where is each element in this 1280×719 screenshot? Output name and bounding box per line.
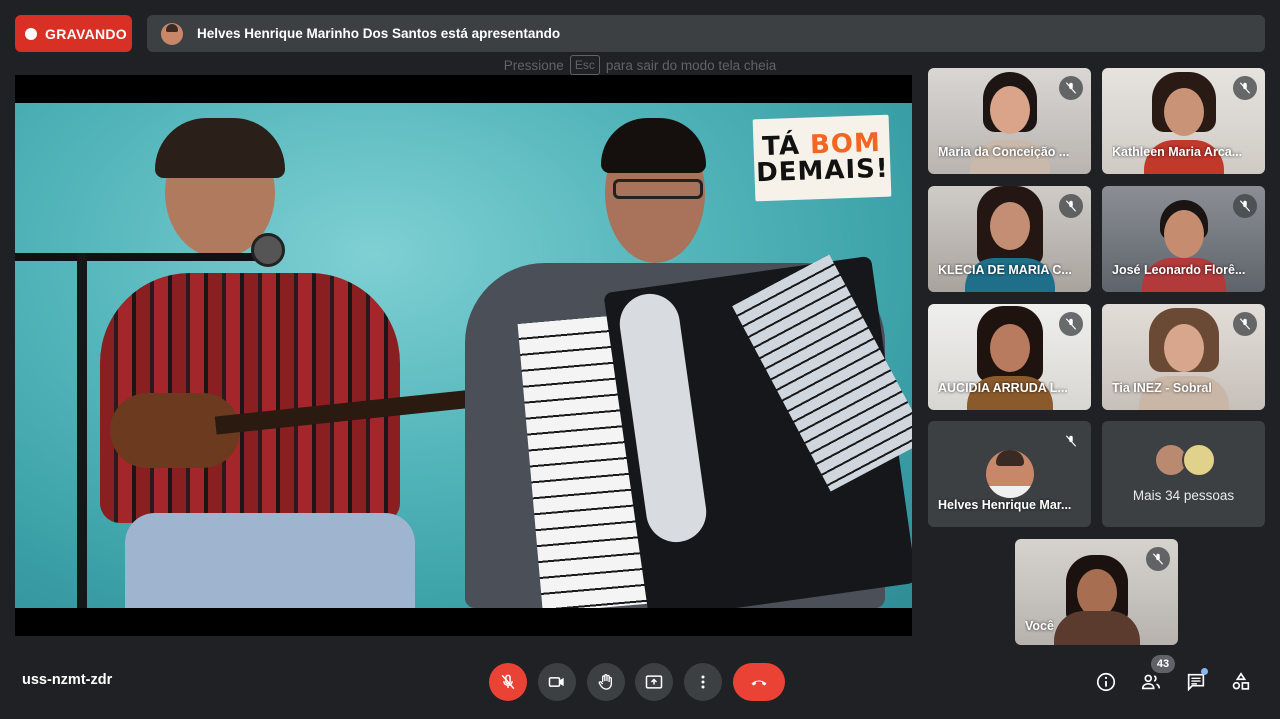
esc-key: Esc [569,55,600,75]
participant-name: Maria da Conceição ... [938,145,1070,159]
mic-off-icon [1059,429,1083,453]
camera-toggle-button[interactable] [538,663,576,701]
guitarist-hair [155,118,285,178]
participant-name: Helves Henrique Mar... [938,498,1072,512]
participant-name: Kathleen Maria Arca... [1112,145,1243,159]
present-icon [645,675,663,689]
ta-bom-demais-logo: TÁ BOM DEMAIS! [752,114,892,202]
hint-prefix: Pressione [503,57,564,73]
participant-tile[interactable]: KLECIA DE MARIA C... [928,186,1091,292]
camera-icon [548,677,564,687]
more-options-button[interactable] [684,663,722,701]
activities-icon [1232,672,1250,690]
meeting-code: uss-nzmt-zdr [22,672,113,688]
logo-word-demais: DEMAIS! [755,153,890,189]
mic-off-icon [1233,194,1257,218]
mic-off-icon [1059,194,1083,218]
accordionist-hair [601,118,706,173]
participant-tile[interactable]: Maria da Conceição ... [928,68,1091,174]
mic-off-icon [1059,312,1083,336]
mic-stand [77,253,87,608]
mic-off-icon [1059,76,1083,100]
leave-call-button[interactable] [733,663,785,701]
participant-name: José Leonardo Florê... [1112,263,1246,277]
accordionist-glasses [613,179,703,199]
more-participants-label: Mais 34 pessoas [1132,488,1235,503]
presenting-text: Helves Henrique Marinho Dos Santos está … [197,26,561,41]
presenter-avatar [161,22,183,45]
recording-dot-icon [25,27,37,40]
hint-suffix: para sair do modo tela cheia [605,57,777,73]
present-now-button[interactable] [635,663,673,701]
participant-name: Tia INEZ - Sobral [1112,381,1212,395]
meeting-details-button[interactable] [1094,670,1118,694]
recording-badge: GRAVANDO [15,15,132,52]
presenting-bar: Helves Henrique Marinho Dos Santos está … [147,15,1265,52]
activities-button[interactable] [1229,670,1253,694]
mic-off-icon [1146,547,1170,571]
participant-name: Você [1025,619,1054,633]
raise-hand-icon [598,674,612,690]
more-participants-tile[interactable]: Mais 34 pessoas [1102,421,1265,527]
people-icon [1141,674,1161,690]
participant-name: KLECIA DE MARIA C... [938,263,1072,277]
participant-tile[interactable]: AUCIDIA ARRUDA L... [928,304,1091,410]
fullscreen-hint: Pressione Esc para sair do modo tela che… [462,52,818,78]
participant-tile[interactable]: Tia INEZ - Sobral [1102,304,1265,410]
hangup-icon [751,680,767,686]
recording-label: GRAVANDO [45,25,127,42]
mic-boom [15,253,275,261]
mic-off-icon [501,674,515,690]
participant-tile[interactable]: Kathleen Maria Arca... [1102,68,1265,174]
more-vert-icon [701,675,705,689]
avatar [1182,443,1216,477]
guitarist-jeans [125,513,415,608]
participant-tile[interactable]: Helves Henrique Mar... [928,421,1091,527]
show-everyone-button[interactable] [1139,670,1163,694]
self-tile[interactable]: Você [1015,539,1178,645]
people-count-badge: 43 [1151,655,1175,673]
info-icon [1096,672,1116,692]
raise-hand-button[interactable] [587,663,625,701]
mic-toggle-button[interactable] [489,663,527,701]
participant-tile[interactable]: José Leonardo Florê... [1102,186,1265,292]
mic-off-icon [1233,312,1257,336]
mic-off-icon [1233,76,1257,100]
microphone [251,233,285,267]
avatar [986,450,1034,498]
participant-name: AUCIDIA ARRUDA L... [938,381,1068,395]
chat-notification-dot [1201,668,1208,675]
